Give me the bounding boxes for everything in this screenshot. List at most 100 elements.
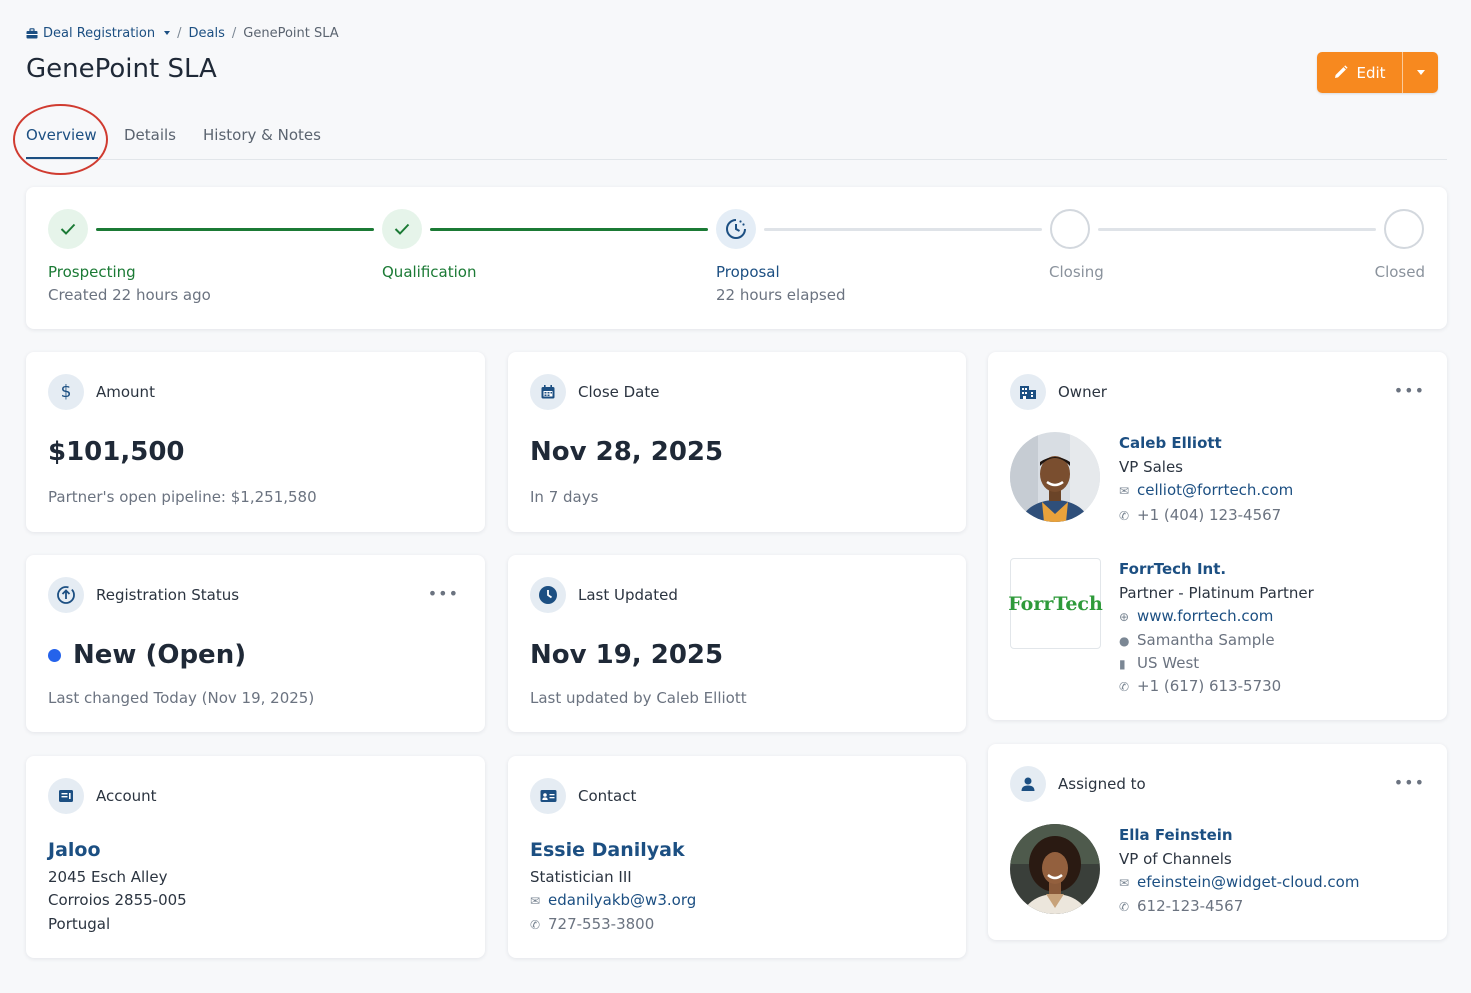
stage-label: Closed [1374, 263, 1425, 281]
stage-connector-pending [764, 228, 1042, 231]
stage-qualification[interactable] [382, 209, 422, 249]
company-name[interactable]: ForrTech Int. [1119, 560, 1226, 578]
more-options-icon[interactable]: ••• [1394, 381, 1425, 400]
account-name-text: Jaloo [48, 839, 101, 861]
edit-button[interactable]: Edit [1317, 52, 1402, 93]
pencil-icon [1335, 65, 1349, 78]
check-icon [60, 223, 76, 235]
contact-phone-row: ✆ 727-553-3800 [530, 915, 654, 933]
clock-icon [530, 577, 566, 613]
stage-sub: Created 22 hours ago [48, 286, 211, 304]
status-sync-icon [48, 577, 84, 613]
card-title: Account [96, 787, 157, 805]
close-date-card: Close Date Nov 28, 2025 In 7 days [508, 352, 966, 532]
contact-phone: 727-553-3800 [548, 915, 655, 933]
tab-bar: Overview Details History & Notes [26, 120, 1447, 160]
account-card: Account Jaloo 2045 Esch Alley Corroios 2… [26, 756, 485, 958]
card-title: Owner [1058, 383, 1107, 401]
card-title: Close Date [578, 383, 660, 401]
stage-proposal[interactable] [716, 209, 756, 249]
owner-phone-row: ✆ +1 (404) 123-4567 [1119, 506, 1281, 524]
close-date-value: Nov 28, 2025 [530, 437, 724, 467]
tab-history-notes[interactable]: History & Notes [203, 126, 321, 144]
owner-phone: +1 (404) 123-4567 [1137, 506, 1282, 524]
assignee-name[interactable]: Ella Feinstein [1119, 826, 1233, 844]
company-website-row[interactable]: ⊕ www.forrtech.com [1119, 607, 1273, 625]
check-icon [394, 223, 410, 235]
breadcrumb-deals[interactable]: Deals [189, 26, 225, 41]
contact-name-text: Essie Danilyak [530, 839, 685, 861]
user-icon [1010, 766, 1046, 802]
breadcrumb-current: GenePoint SLA [243, 25, 339, 41]
company-logo: ForrTech [1008, 558, 1103, 649]
account-name[interactable]: Jaloo [48, 839, 101, 861]
registration-status-card: Registration Status ••• New (Open) Last … [26, 555, 485, 732]
account-icon [48, 778, 84, 814]
company-name-text: ForrTech Int. [1119, 560, 1227, 578]
contact-email-row[interactable]: ✉ edanilyakb@w3.org [530, 891, 696, 909]
company-contact: Samantha Sample [1137, 631, 1275, 649]
company-tier: Partner - Platinum Partner [1119, 584, 1314, 602]
contact-role: Statistician III [530, 868, 632, 886]
more-options-icon[interactable]: ••• [428, 584, 459, 603]
company-website: www.forrtech.com [1137, 607, 1274, 625]
company-contact-row: ● Samantha Sample [1119, 631, 1275, 649]
stage-closing[interactable] [1050, 209, 1090, 249]
card-title: Amount [96, 383, 155, 401]
stage-label: Closing [1049, 263, 1104, 281]
breadcrumb-separator: / [177, 25, 182, 41]
breadcrumb-separator: / [231, 25, 237, 41]
calendar-icon [530, 374, 566, 410]
amount-card: $ Amount $101,500 Partner's open pipelin… [26, 352, 485, 532]
company-region-row: ▮ US West [1119, 654, 1199, 672]
phone-icon: ✆ [1119, 509, 1130, 523]
assignee-role: VP of Channels [1119, 850, 1232, 868]
owner-email: celliot@forrtech.com [1137, 481, 1294, 499]
assignee-email-row[interactable]: ✉ efeinstein@widget-cloud.com [1119, 873, 1359, 891]
last-updated-card: Last Updated Nov 19, 2025 Last updated b… [508, 555, 966, 732]
owner-name[interactable]: Caleb Elliott [1119, 434, 1222, 452]
breadcrumb-root-label: Deal Registration [43, 25, 156, 41]
progress-clock-icon [726, 219, 746, 239]
stage-label: Prospecting [48, 263, 136, 281]
stage-progress-card: Prospecting Created 22 hours ago Qualifi… [26, 187, 1447, 329]
owner-email-row[interactable]: ✉ celliot@forrtech.com [1119, 481, 1293, 499]
registration-status-sub: Last changed Today (Nov 19, 2025) [48, 689, 315, 707]
stage-prospecting[interactable] [48, 209, 88, 249]
contact-name[interactable]: Essie Danilyak [530, 839, 685, 861]
card-title: Last Updated [578, 586, 678, 604]
assignee-name-text: Ella Feinstein [1119, 826, 1233, 844]
stage-connector-pending [1098, 228, 1376, 231]
contact-email: edanilyakb@w3.org [548, 891, 697, 909]
company-phone: +1 (617) 613-5730 [1137, 677, 1282, 695]
stage-connector-complete [96, 228, 374, 231]
assignee-phone: 612-123-4567 [1137, 897, 1244, 915]
briefcase-icon [26, 27, 38, 38]
breadcrumb-root[interactable]: Deal Registration [26, 25, 171, 41]
owner-role: VP Sales [1119, 458, 1183, 476]
chevron-down-icon [1416, 70, 1425, 75]
tab-overview[interactable]: Overview [26, 126, 97, 144]
globe-icon: ⊕ [1119, 610, 1130, 624]
stage-connector-complete [430, 228, 708, 231]
mail-icon: ✉ [1119, 484, 1130, 498]
dollar-icon: $ [48, 374, 84, 410]
contact-card-icon [530, 778, 566, 814]
page-title: GenePoint SLA [26, 54, 217, 84]
contact-card: Contact Essie Danilyak Statistician III … [508, 756, 966, 958]
account-address-line1: 2045 Esch Alley [48, 868, 168, 886]
building-icon [1010, 374, 1046, 410]
last-updated-value: Nov 19, 2025 [530, 640, 724, 670]
more-options-icon[interactable]: ••• [1394, 773, 1425, 792]
active-tab-indicator [26, 157, 98, 159]
tab-details[interactable]: Details [124, 126, 176, 144]
assignee-phone-row: ✆ 612-123-4567 [1119, 897, 1243, 915]
account-country: Portugal [48, 915, 111, 933]
stage-label: Qualification [382, 263, 477, 281]
company-phone-row: ✆ +1 (617) 613-5730 [1119, 677, 1281, 695]
amount-sub: Partner's open pipeline: $1,251,580 [48, 488, 317, 506]
stage-closed[interactable] [1384, 209, 1424, 249]
edit-menu-button[interactable] [1402, 52, 1438, 93]
card-title: Contact [578, 787, 637, 805]
last-updated-sub: Last updated by Caleb Elliott [530, 689, 747, 707]
